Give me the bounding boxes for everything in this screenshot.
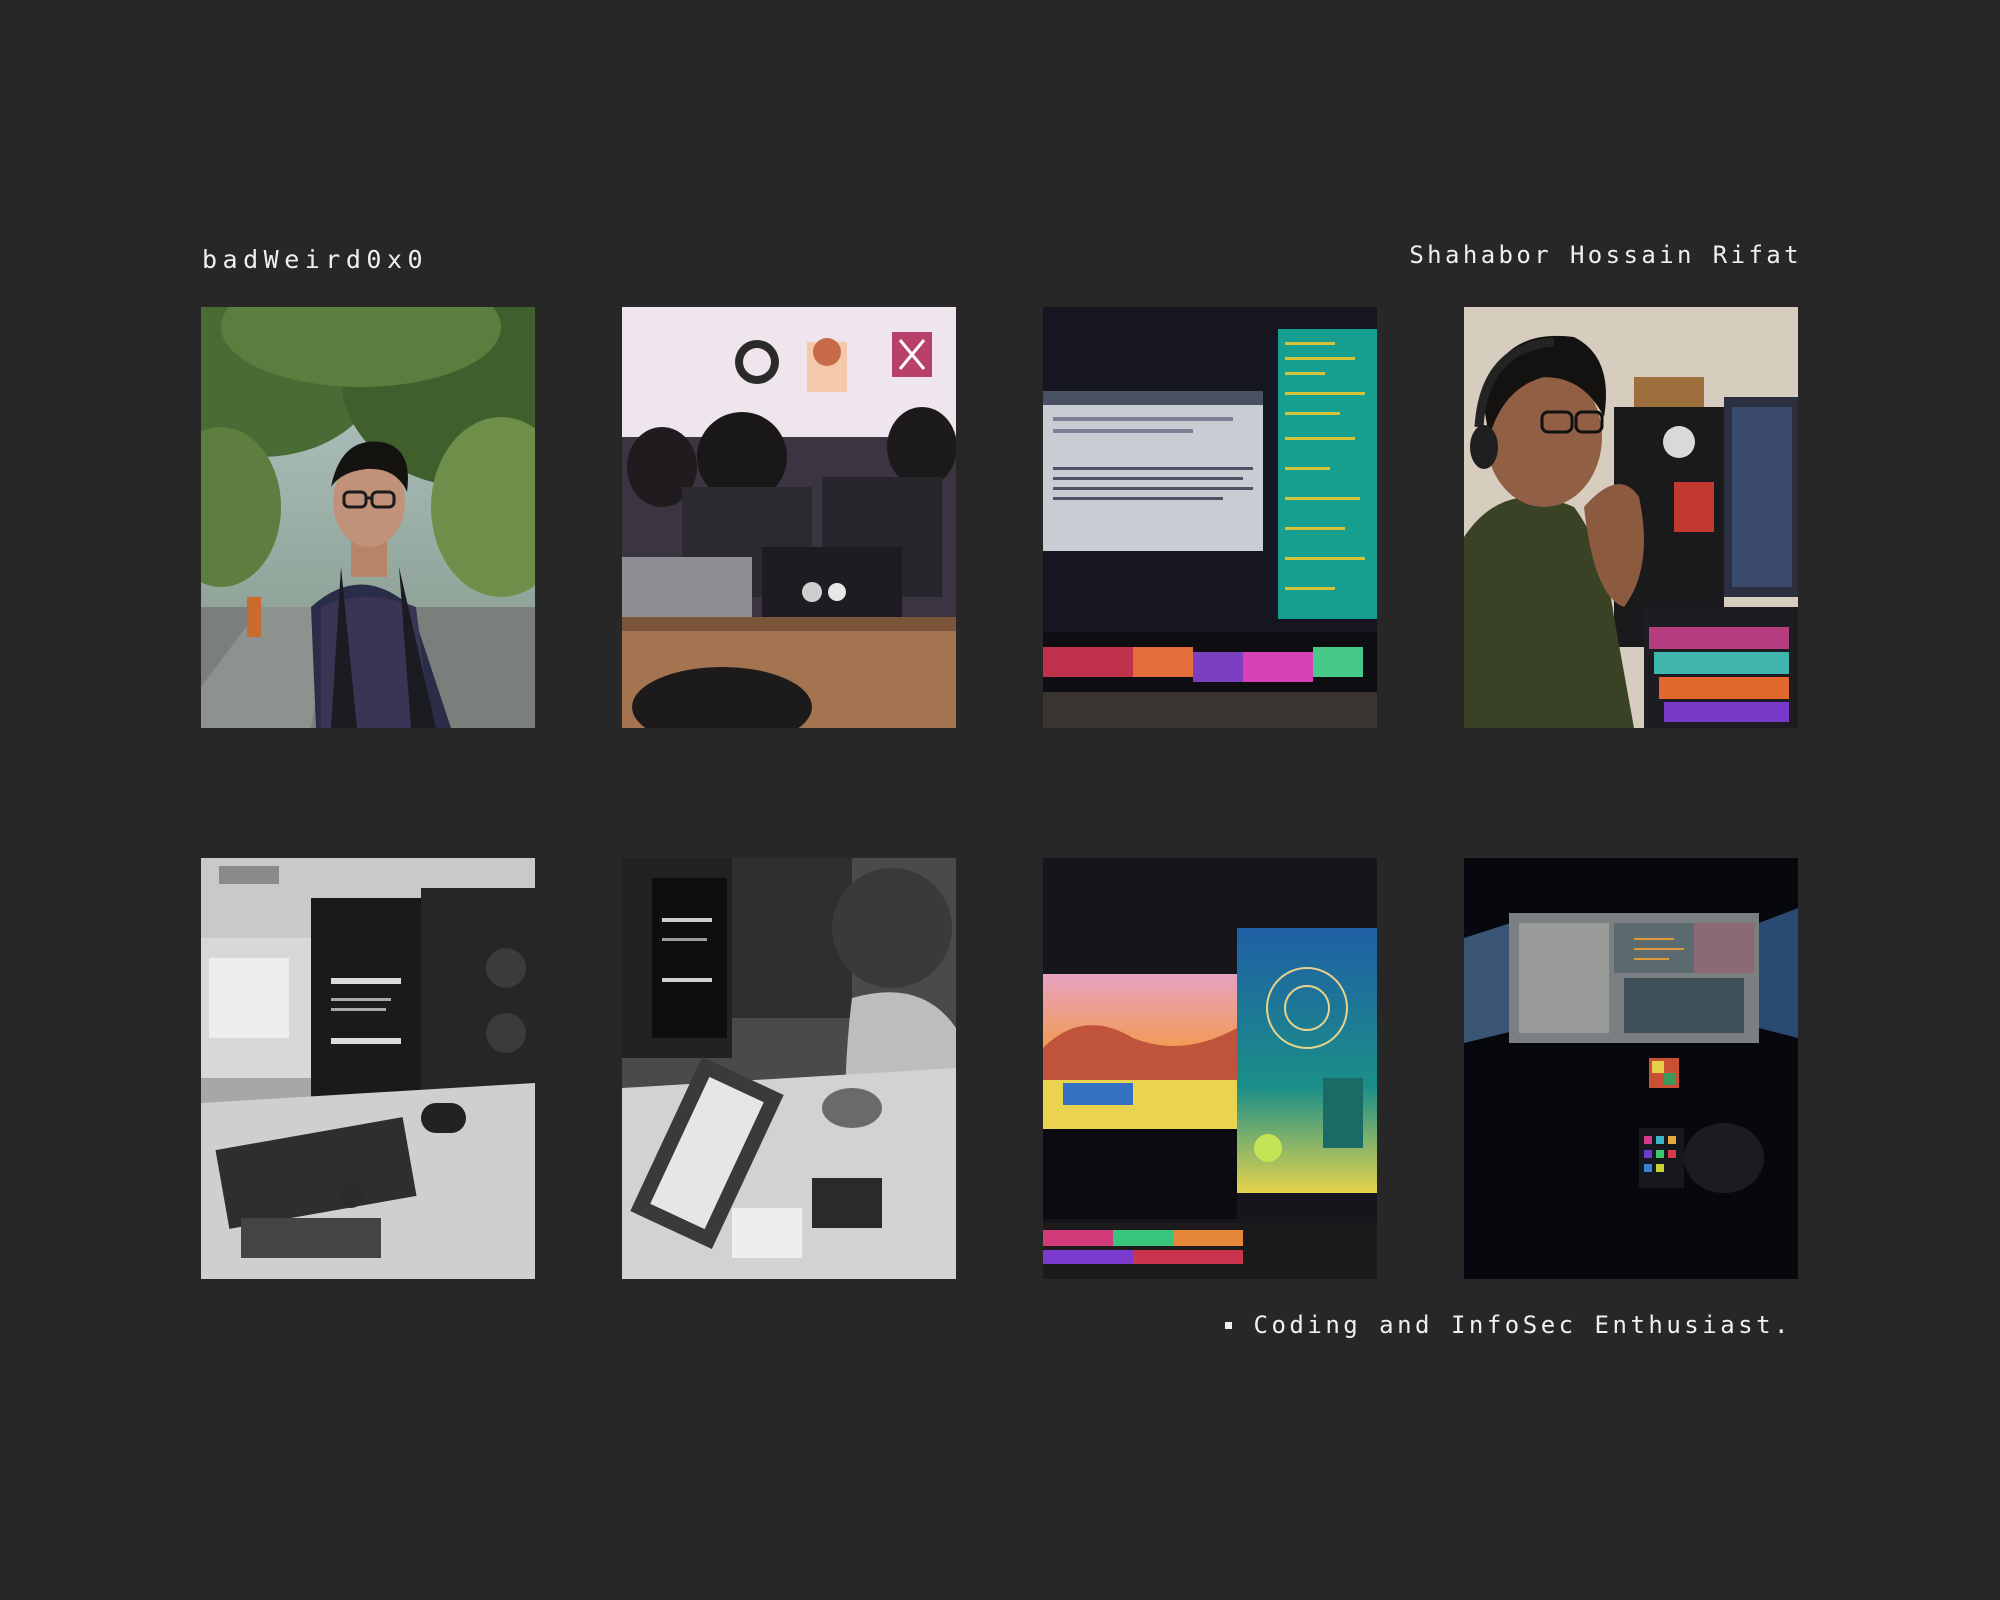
tagline: Coding and InfoSec Enthusiast.	[1224, 1311, 1792, 1339]
photo-1-image	[201, 307, 535, 728]
photo-4-image	[1464, 307, 1798, 728]
photo-soldering-grayscale[interactable]	[622, 858, 956, 1279]
portfolio-page: badWeird0x0 Shahabor Hossain Rifat Codin…	[0, 0, 2000, 1600]
photo-dark-desk-monitors[interactable]	[1464, 858, 1798, 1279]
bullet-icon	[1224, 1321, 1232, 1329]
photo-portrait-outdoors[interactable]	[201, 307, 535, 728]
photo-8-image	[1464, 858, 1798, 1279]
full-name: Shahabor Hossain Rifat	[1409, 241, 1802, 269]
photo-2-image	[622, 307, 956, 728]
photo-monitors-rgb-keyboard[interactable]	[1043, 307, 1377, 728]
photo-desk-grayscale[interactable]	[201, 858, 535, 1279]
photo-workshop-laptops[interactable]	[622, 307, 956, 728]
tagline-text: Coding and InfoSec Enthusiast.	[1253, 1311, 1792, 1339]
photo-6-image	[622, 858, 956, 1279]
photo-person-headphones-pc[interactable]	[1464, 307, 1798, 728]
photo-5-image	[201, 858, 535, 1279]
site-handle: badWeird0x0	[202, 245, 429, 274]
photo-3-image	[1043, 307, 1377, 728]
photo-7-image	[1043, 858, 1377, 1279]
photo-gaming-setup[interactable]	[1043, 858, 1377, 1279]
